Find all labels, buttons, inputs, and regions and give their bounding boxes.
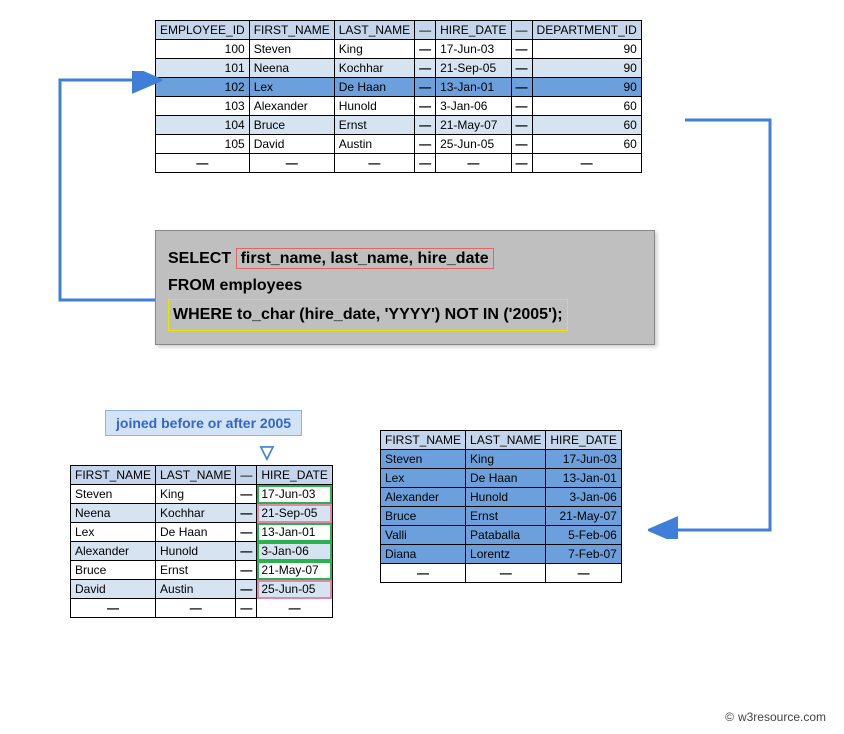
result-table: FIRST_NAMELAST_NAMEHIRE_DATEStevenKing17… — [380, 430, 622, 583]
down-chevron-icon: ▽ — [260, 442, 274, 463]
sql-query-box: SELECT first_name, last_name, hire_date … — [155, 230, 655, 345]
sql-select-line: SELECT first_name, last_name, hire_date — [168, 245, 642, 272]
sql-where-line: WHERE to_char (hire_date, 'YYYY') NOT IN… — [168, 299, 642, 330]
employees-table: EMPLOYEE_IDFIRST_NAMELAST_NAME—HIRE_DATE… — [155, 20, 642, 173]
sql-columns: first_name, last_name, hire_date — [236, 248, 494, 269]
sql-from-line: FROM employees — [168, 272, 642, 299]
intermediate-table: FIRST_NAMELAST_NAME—HIRE_DATEStevenKing—… — [70, 465, 333, 618]
sql-where-clause: WHERE to_char (hire_date, 'YYYY') NOT IN… — [168, 299, 568, 330]
joined-label: joined before or after 2005 — [105, 410, 302, 436]
credit-text: w3resource.com — [725, 710, 826, 724]
sql-select-keyword: SELECT — [168, 250, 231, 267]
